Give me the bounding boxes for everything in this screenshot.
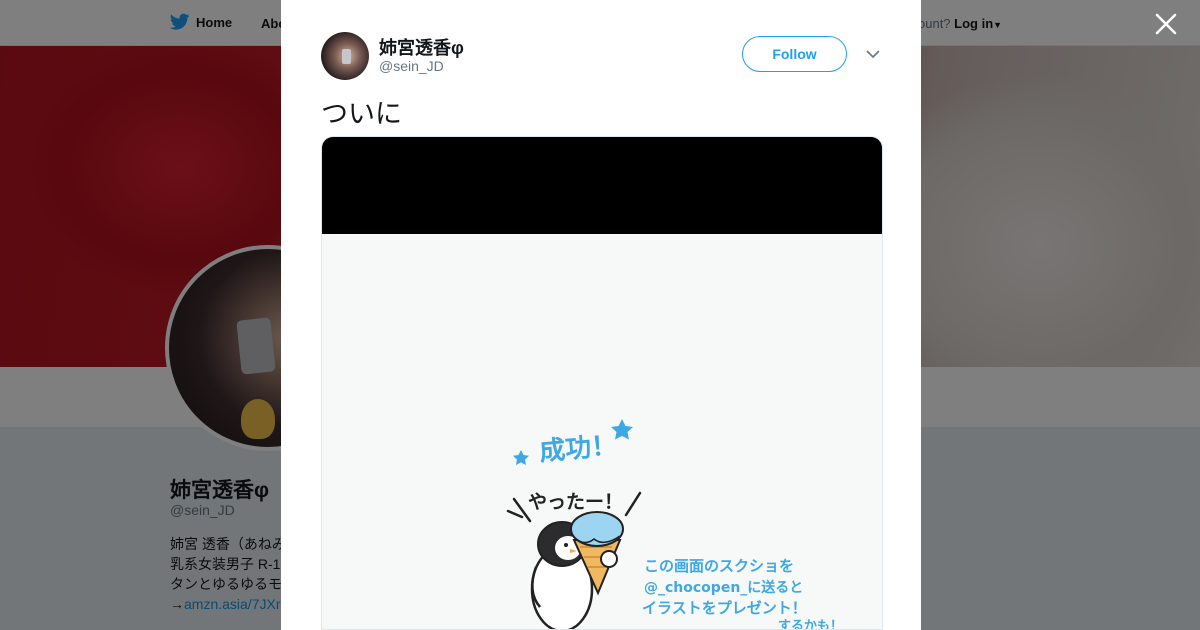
message-line: @_chocopen_に送ると <box>644 580 804 596</box>
phone-shape <box>342 49 351 64</box>
tweet-author-avatar[interactable] <box>321 32 369 80</box>
penguin-eye <box>564 543 568 547</box>
message-line: この画面のスクショを <box>644 557 795 575</box>
penguin-hand <box>600 550 618 568</box>
tweet-author-handle[interactable]: @sein_JD <box>379 58 444 74</box>
tweet-author-name[interactable]: 姉宮透香φ <box>379 34 464 60</box>
star-shape <box>513 450 529 465</box>
penguin-illustration <box>506 419 642 629</box>
follow-button[interactable]: Follow <box>742 36 847 72</box>
chevron-down-icon[interactable] <box>865 46 881 62</box>
shout-text: やったー！ <box>528 491 624 513</box>
message-line: するかも！ <box>778 619 844 630</box>
tweet-text: ついに <box>321 99 402 130</box>
tweet-modal: 姉宮透香φ @sein_JD Follow ついに 成功！ やったー！ この画面… <box>281 0 921 630</box>
tweet-media[interactable]: 成功！ やったー！ この画面のスクショを @_chocopen_に送ると イラス… <box>321 136 883 630</box>
close-icon[interactable] <box>1152 10 1180 38</box>
success-text: 成功！ <box>538 430 619 468</box>
